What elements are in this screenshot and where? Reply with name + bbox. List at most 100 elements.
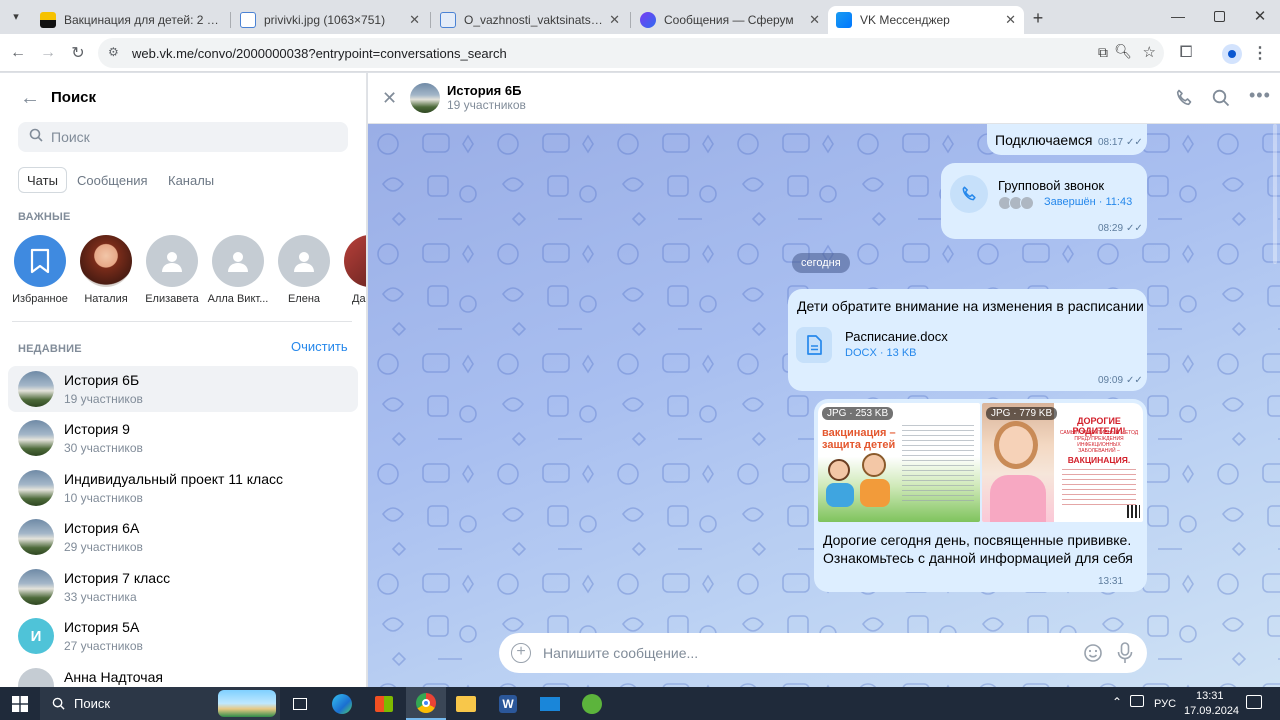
clock-date[interactable]: 17.09.2024 (1184, 705, 1239, 717)
word-icon[interactable]: W (488, 687, 528, 720)
browser-tab[interactable]: Вакцинация для детей: 2 тыс и (32, 6, 228, 34)
new-tab-button[interactable]: + (1028, 8, 1048, 28)
close-window-button[interactable]: ✕ (1250, 7, 1270, 27)
edge-icon[interactable] (322, 687, 362, 720)
favorite-contact[interactable]: Наталия (74, 235, 138, 305)
notifications-icon[interactable] (1246, 695, 1262, 709)
chat-item[interactable]: История 6Б 19 участников (8, 366, 358, 412)
phone-icon[interactable] (1174, 88, 1194, 113)
minimize-button[interactable]: — (1168, 8, 1188, 28)
tray-chevron-icon[interactable]: ⌃ (1112, 695, 1122, 709)
mail-icon[interactable] (530, 687, 570, 720)
tab-messages[interactable]: Сообщения (69, 167, 156, 193)
network-icon[interactable] (1130, 695, 1144, 707)
menu-kebab-icon[interactable]: ⋮ (1250, 43, 1270, 63)
conversation-members[interactable]: 19 участников (447, 98, 526, 112)
extensions-icon[interactable]: ⧠ (1176, 43, 1196, 63)
chat-item[interactable]: Анна Надточая (8, 663, 358, 687)
chat-item[interactable]: История 9 30 участников (8, 415, 358, 461)
message-composer[interactable]: + Напишите сообщение... (499, 633, 1147, 673)
clear-recent-button[interactable]: Очистить (291, 339, 348, 354)
image-attachment[interactable]: вакцинация – защита детей JPG · 253 KB (818, 403, 980, 522)
chrome-icon[interactable] (406, 687, 446, 720)
maximize-button[interactable] (1214, 11, 1225, 22)
search-icon[interactable] (1212, 89, 1230, 112)
microphone-icon[interactable] (1117, 642, 1133, 664)
scrollbar[interactable] (1273, 124, 1277, 264)
browser-tab[interactable]: O_vazhnosti_vaktsinatsii.jpg (49 ✕ (432, 6, 628, 34)
avatar-placeholder-icon (278, 235, 330, 287)
conversation-avatar[interactable] (410, 83, 440, 113)
site-info-icon[interactable]: ⚙ (108, 45, 122, 59)
reload-icon[interactable]: ↻ (68, 43, 88, 63)
message-bubble[interactable]: Групповой звонок Завершён · 11:43 08:29 ✓… (941, 163, 1147, 239)
close-tab-icon[interactable]: ✕ (609, 12, 620, 28)
image-icon (240, 12, 256, 28)
browser-tab-active[interactable]: VK Мессенджер ✕ (828, 6, 1024, 34)
favorite-saved[interactable]: Избранное (8, 235, 72, 305)
tab-channels[interactable]: Каналы (160, 167, 222, 193)
participant-avatar (1020, 196, 1034, 210)
call-icon[interactable] (950, 175, 988, 213)
close-tab-icon[interactable]: ✕ (809, 12, 820, 28)
document-attachment[interactable]: Расписание.docx DOCX · 13 KB (796, 325, 1016, 365)
illustration-children (824, 453, 896, 509)
clock-time[interactable]: 13:31 (1196, 690, 1224, 702)
favorite-contact[interactable]: Алла Викт... (206, 235, 270, 305)
chat-avatar (18, 371, 54, 407)
store-icon[interactable] (364, 687, 404, 720)
chat-item[interactable]: История 6А 29 участников (8, 514, 358, 560)
browser-tab[interactable]: privivki.jpg (1063×751) ✕ (232, 6, 428, 34)
taskbar-search[interactable]: Поиск (40, 687, 280, 720)
vk-icon (836, 12, 852, 28)
close-tab-icon[interactable]: ✕ (409, 12, 420, 28)
back-icon[interactable]: ← (8, 43, 28, 63)
message-input[interactable]: Напишите сообщение... (543, 645, 698, 661)
message-bubble[interactable]: Подключаемся 08:17 ✓✓ (987, 124, 1147, 155)
task-view-icon[interactable] (280, 687, 320, 720)
back-arrow-icon[interactable]: ← (20, 87, 40, 110)
windows-start-icon[interactable] (0, 687, 40, 720)
torrent-icon[interactable] (572, 687, 612, 720)
close-icon[interactable]: ✕ (382, 88, 397, 109)
chat-item[interactable]: И История 5А 27 участников (8, 613, 358, 659)
browser-toolbar: ← → ↻ ⚙ web.vk.me/convo/2000000038?entry… (0, 34, 1280, 72)
favorite-contact[interactable]: Да (338, 235, 366, 305)
message-time: 13:31 (1098, 576, 1124, 587)
favorite-contact[interactable]: Елена (272, 235, 336, 305)
avatar (344, 235, 366, 287)
install-icon[interactable]: ⧉ (1098, 44, 1108, 61)
tab-chats[interactable]: Чаты (18, 167, 67, 193)
recent-heading: НЕДАВНИЕ (18, 343, 82, 355)
panel-title: Поиск (51, 89, 97, 106)
zoom-icon[interactable]: 🔍︎ (1114, 43, 1132, 60)
emoji-icon[interactable] (1083, 643, 1103, 663)
illustration-child (982, 403, 1054, 522)
image-text-block (1062, 469, 1136, 505)
file-explorer-icon[interactable] (446, 687, 486, 720)
message-history[interactable]: Подключаемся 08:17 ✓✓ Групповой звонок За… (368, 124, 1280, 687)
chat-item[interactable]: Индивидуальный проект 11 класс 10 участн… (8, 465, 358, 511)
address-bar[interactable]: ⚙ web.vk.me/convo/2000000038?entrypoint=… (98, 38, 1164, 68)
chat-item[interactable]: История 7 класс 33 участника (8, 564, 358, 610)
bookmark-icon (14, 235, 66, 287)
keyboard-language[interactable]: РУС (1154, 698, 1176, 710)
message-bubble[interactable]: Дети обратите внимание на изменения в ра… (788, 289, 1147, 391)
image-attachment[interactable]: ДОРОГИЕ РОДИТЕЛИ! САМЫЙ ЭФФЕКТИВНЫЙ МЕТО… (982, 403, 1143, 522)
conversation-title[interactable]: История 6Б (447, 83, 521, 98)
avatar-placeholder-icon (212, 235, 264, 287)
tab-search-button[interactable]: ▾ (8, 10, 24, 26)
conversation-header: ✕ История 6Б 19 участников ••• (368, 73, 1280, 124)
favorite-contact[interactable]: Елизавета (140, 235, 204, 305)
bookmark-star-icon[interactable]: ☆ (1143, 43, 1156, 61)
attach-plus-icon[interactable]: + (511, 643, 531, 663)
more-options-icon[interactable]: ••• (1249, 85, 1271, 106)
close-tab-icon[interactable]: ✕ (1005, 12, 1016, 28)
forward-icon[interactable]: → (38, 43, 58, 63)
search-icon (52, 697, 65, 713)
browser-tab[interactable]: Сообщения — Сферум ✕ (632, 6, 828, 34)
message-bubble[interactable]: вакцинация – защита детей JPG · 253 KB Д… (814, 399, 1147, 592)
search-input[interactable]: Поиск (18, 122, 348, 152)
profile-avatar[interactable] (1222, 44, 1242, 64)
chat-avatar: И (18, 618, 54, 654)
